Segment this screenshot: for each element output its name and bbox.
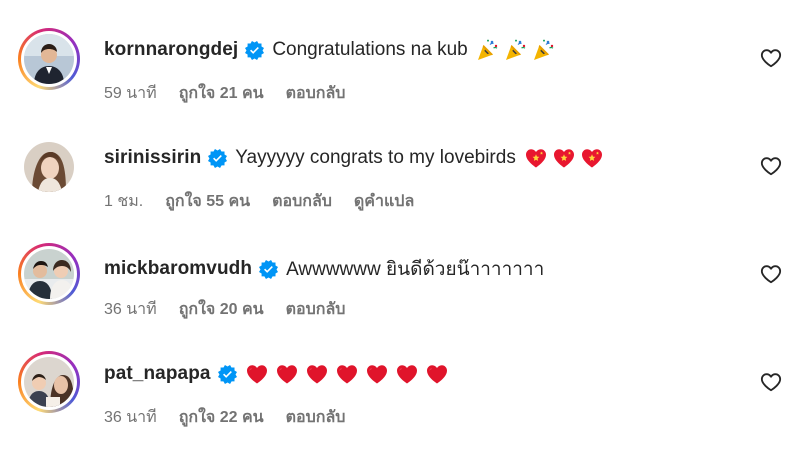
comment-username[interactable]: mickbaromvudh [104, 258, 252, 280]
sparkling-heart-icon [524, 146, 548, 170]
comment-text: Awwwwww ยินดีด้วยน๊าาาาาาา [286, 259, 545, 280]
avatar [24, 249, 74, 299]
verified-badge-icon [208, 149, 227, 168]
comment-time[interactable]: 36 นาที [104, 405, 157, 430]
comment-time[interactable]: 1 ชม. [104, 189, 143, 214]
verified-badge-icon [218, 365, 237, 384]
comment-item: pat_napapa 36 นาที ถูกใจ 22 คน ตอบกลับ [0, 0, 800, 426]
comment-likes[interactable]: ถูกใจ 55 คน [165, 189, 250, 214]
sparkling-heart-icon [552, 146, 576, 170]
avatar-ring[interactable] [18, 136, 80, 198]
red-heart-icon [335, 362, 359, 386]
comment-username[interactable]: pat_napapa [104, 363, 211, 385]
comment-text: Yayyyyy congrats to my lovebirds [235, 147, 516, 168]
comment-likes[interactable]: ถูกใจ 22 คน [179, 405, 264, 430]
see-translation-button[interactable]: ดูคำแปล [354, 189, 414, 214]
red-heart-icon [395, 362, 419, 386]
like-heart-icon[interactable] [760, 371, 782, 393]
red-heart-icon [245, 362, 269, 386]
red-heart-icon [365, 362, 389, 386]
red-heart-icon [425, 362, 449, 386]
reply-button[interactable]: ตอบกลับ [286, 297, 346, 322]
reply-button[interactable]: ตอบกลับ [272, 189, 332, 214]
avatar-story-ring[interactable] [18, 351, 80, 413]
verified-badge-icon [259, 260, 278, 279]
comment-likes[interactable]: ถูกใจ 20 คน [179, 297, 264, 322]
reply-button[interactable]: ตอบกลับ [286, 405, 346, 430]
comment-emojis [245, 362, 449, 386]
comment-username[interactable]: sirinissirin [104, 147, 201, 169]
avatar [24, 357, 74, 407]
like-heart-icon[interactable] [760, 263, 782, 285]
comment-time[interactable]: 36 นาที [104, 297, 157, 322]
red-heart-icon [305, 362, 329, 386]
sparkling-heart-icon [580, 146, 604, 170]
comment-emojis [524, 146, 604, 170]
red-heart-icon [275, 362, 299, 386]
like-heart-icon[interactable] [760, 155, 782, 177]
avatar-story-ring[interactable] [18, 243, 80, 305]
avatar [24, 142, 74, 192]
